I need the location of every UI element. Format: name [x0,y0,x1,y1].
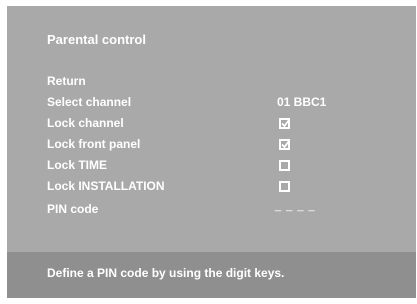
lock-front-panel-checkbox-icon[interactable] [279,139,290,150]
menu-item-return[interactable]: Return [7,72,416,91]
lock-time-checkbox-icon[interactable] [279,160,290,171]
menu-item-pin-code[interactable]: PIN code _ _ _ _ [7,200,416,219]
hint-text: Define a PIN code by using the digit key… [47,266,285,280]
menu-item-label: Lock INSTALLATION [47,179,165,193]
tv-screen: Parental control Return Select channel 0… [0,0,417,304]
menu-item-label: Lock front panel [47,137,141,151]
selected-channel-value: 01 BBC1 [277,95,327,109]
checkmark-icon [281,140,290,149]
menu-item-label: PIN code [47,202,99,216]
parental-control-menu: Parental control Return Select channel 0… [7,6,416,298]
menu-item-label: Lock channel [47,116,124,130]
menu-item-lock-time[interactable]: Lock TIME [7,156,416,175]
menu-item-lock-front-panel[interactable]: Lock front panel [7,135,416,154]
menu-item-select-channel[interactable]: Select channel 01 BBC1 [7,93,416,112]
menu-title: Parental control [47,32,146,47]
menu-item-label: Return [47,74,86,88]
menu-item-label: Lock TIME [47,158,108,172]
pin-code-field[interactable]: _ _ _ _ [275,197,316,216]
lock-channel-checkbox-icon[interactable] [279,118,290,129]
menu-item-label: Select channel [47,95,132,109]
checkmark-icon [281,119,290,128]
hint-bar: Define a PIN code by using the digit key… [7,252,416,298]
lock-installation-checkbox-icon[interactable] [279,181,290,192]
menu-item-lock-channel[interactable]: Lock channel [7,114,416,133]
menu-item-lock-installation[interactable]: Lock INSTALLATION [7,177,416,196]
